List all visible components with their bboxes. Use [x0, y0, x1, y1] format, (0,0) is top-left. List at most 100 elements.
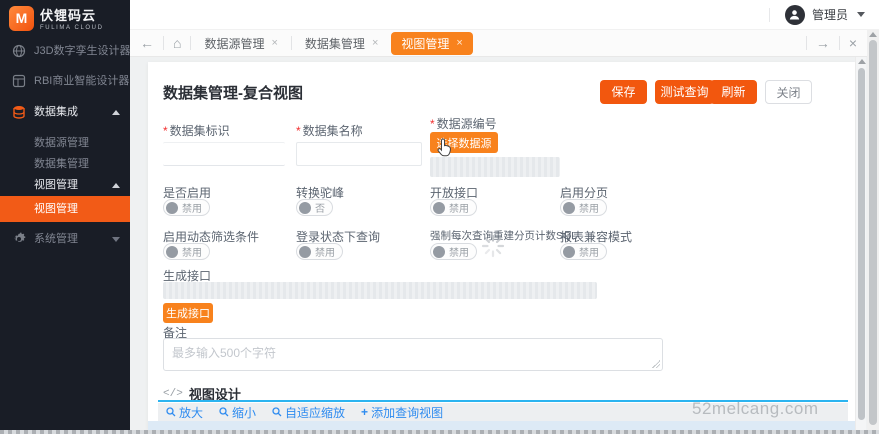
tab-label: 视图管理 [401, 35, 449, 52]
sidebar-item-data-integration[interactable]: 数据集成 [0, 101, 130, 123]
sidebar-item-system-mgmt[interactable]: 系统管理 [0, 228, 130, 250]
save-button[interactable]: 保存 [600, 80, 647, 104]
toggle-knob [166, 202, 178, 214]
back-arrow-icon[interactable]: ← [140, 36, 154, 50]
database-icon [12, 105, 26, 119]
page-title: 数据集管理-复合视图 [163, 82, 303, 103]
close-icon[interactable]: × [849, 36, 857, 50]
tab-datasource-mgmt[interactable]: 数据源管理 × [200, 32, 281, 55]
login-query-toggle[interactable]: 禁用 [296, 243, 343, 260]
toggle-state: 禁用 [315, 244, 335, 259]
dataset-name-label: *数据集名称 [296, 122, 363, 139]
fit-zoom-button[interactable]: 自适应缩放 [272, 404, 345, 421]
tab-bar: ← ⌂ 数据源管理 × 数据集管理 × 视图管理 × → × [130, 30, 867, 57]
zoom-out-button[interactable]: 缩小 [219, 404, 256, 421]
sidebar-item-dataset-mgmt[interactable]: 数据集管理 [0, 153, 130, 175]
globe-icon [12, 44, 26, 58]
logo-subtitle: FULIMA CLOUD [40, 25, 104, 31]
code-icon: </> [163, 388, 183, 400]
home-icon[interactable]: ⌂ [173, 36, 181, 50]
user-name[interactable]: 管理员 [812, 6, 848, 23]
forward-arrow-icon[interactable]: → [816, 36, 830, 50]
remark-textarea[interactable] [163, 338, 663, 371]
generate-api-button[interactable]: 生成接口 [163, 303, 213, 323]
scrollbar-thumb[interactable] [869, 40, 877, 425]
report-compat-toggle[interactable]: 禁用 [560, 243, 607, 260]
tab-view-mgmt-active[interactable]: 视图管理 × [391, 32, 472, 55]
sidebar-item-label: 数据源管理 [34, 132, 89, 154]
sidebar-item-view-mgmt-group[interactable]: 视图管理 [0, 174, 130, 196]
chevron-up-icon [112, 183, 120, 188]
sidebar-item-label: 数据集管理 [34, 153, 89, 175]
user-avatar[interactable] [785, 5, 805, 25]
bottom-edge-strip [0, 430, 879, 434]
datasource-no-label: *数据源编号 [430, 115, 497, 132]
sidebar-item-datasource-mgmt[interactable]: 数据源管理 [0, 132, 130, 154]
generate-api-input-disabled [163, 282, 597, 299]
magnifier-icon [219, 407, 229, 417]
sidebar-item-label: 视图管理 [34, 174, 78, 196]
toggle-state: 禁用 [449, 244, 469, 259]
open-api-toggle[interactable]: 禁用 [430, 199, 477, 216]
zoom-in-button[interactable]: 放大 [166, 404, 203, 421]
tab-label: 数据源管理 [204, 35, 264, 52]
sidebar-item-j3d-designer[interactable]: J3D数字孪生设计器 [0, 40, 130, 62]
scrollbar-thumb[interactable] [858, 68, 865, 420]
chevron-up-icon [112, 110, 120, 115]
add-query-view-button[interactable]: + 添加查询视图 [361, 404, 443, 421]
scroll-up-arrow-icon[interactable] [869, 32, 877, 37]
toggle-knob [433, 202, 445, 214]
gear-icon [12, 232, 26, 246]
close-button[interactable]: 关闭 [765, 80, 812, 104]
tab-dataset-mgmt[interactable]: 数据集管理 × [301, 32, 382, 55]
sidebar-item-label: 视图管理 [34, 196, 78, 222]
logo-icon: M [9, 6, 34, 31]
dataset-id-input[interactable] [163, 142, 285, 166]
logo-title: 伏锂码云 [40, 5, 104, 24]
scroll-up-arrow-icon[interactable] [858, 59, 866, 64]
refresh-button[interactable]: 刷新 [710, 80, 757, 104]
browser-scrollbar[interactable] [867, 30, 879, 434]
tab-label: 数据集管理 [305, 35, 365, 52]
magnifier-icon [272, 407, 282, 417]
toggle-state: 否 [315, 200, 325, 215]
divider [769, 8, 770, 22]
dataset-name-input[interactable] [296, 142, 422, 166]
tool-label: 添加查询视图 [371, 404, 443, 421]
chevron-down-icon[interactable] [857, 12, 865, 17]
tool-label: 放大 [179, 404, 203, 421]
pagination-toggle[interactable]: 禁用 [560, 199, 607, 216]
close-icon[interactable]: × [372, 37, 378, 49]
dynamic-filter-toggle[interactable]: 禁用 [163, 243, 210, 260]
inner-scrollbar[interactable] [855, 57, 866, 430]
view-design-canvas[interactable] [148, 421, 855, 430]
sidebar-item-view-mgmt-active[interactable]: 视图管理 [0, 196, 130, 222]
dataset-id-label: *数据集标识 [163, 122, 230, 139]
camelcase-toggle[interactable]: 否 [296, 199, 333, 216]
required-mark: * [163, 124, 168, 138]
enabled-toggle[interactable]: 禁用 [163, 199, 210, 216]
toggle-state: 禁用 [449, 200, 469, 215]
toggle-state: 禁用 [579, 244, 599, 259]
mouse-cursor-icon [437, 138, 452, 160]
divider [190, 36, 191, 50]
rebuild-count-sql-toggle[interactable]: 禁用 [430, 243, 477, 260]
sidebar-item-label: J3D数字孪生设计器 [34, 40, 131, 62]
required-mark: * [296, 124, 301, 138]
divider [806, 36, 807, 50]
toggle-knob [433, 246, 445, 258]
dashboard-icon [12, 74, 26, 88]
resize-handle-icon[interactable] [652, 360, 660, 368]
toggle-knob [563, 202, 575, 214]
toggle-state: 禁用 [182, 244, 202, 259]
chevron-down-icon [112, 237, 120, 242]
required-mark: * [430, 117, 435, 131]
sidebar: M 伏锂码云 FULIMA CLOUD J3D数字孪生设计器 RBI商业智能设计… [0, 0, 130, 430]
close-icon[interactable]: × [456, 37, 462, 49]
close-icon[interactable]: × [271, 37, 277, 49]
divider [163, 36, 164, 50]
test-query-button[interactable]: 测试查询 [655, 80, 714, 104]
topbar: 管理员 [130, 0, 879, 30]
sidebar-item-rbi-designer[interactable]: RBI商业智能设计器 [0, 70, 130, 92]
plus-icon: + [361, 405, 368, 419]
